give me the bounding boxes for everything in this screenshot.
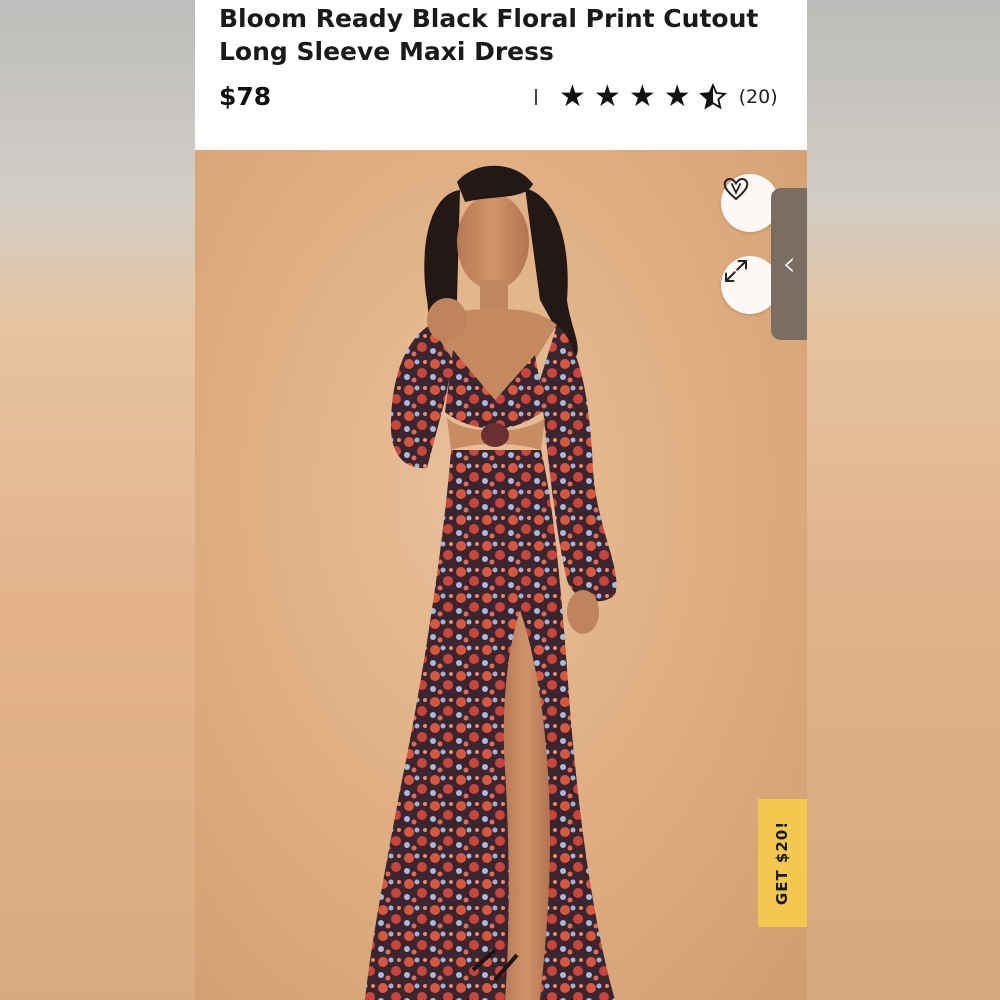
product-price: $78 [219, 82, 272, 111]
side-panel-tab[interactable]: ‹ [771, 188, 807, 340]
half-star-icon [698, 83, 727, 111]
promo-tab[interactable]: GET $20! [758, 799, 807, 927]
chevron-left-icon: ‹ [782, 244, 796, 284]
blurred-background-right [807, 0, 1000, 1000]
star-icon: ★ [628, 79, 656, 114]
blurred-background-left [0, 0, 195, 1000]
review-count[interactable]: (20) [739, 86, 778, 108]
model-illustration [365, 165, 617, 1000]
rating-divider [535, 89, 537, 105]
expand-icon [725, 260, 747, 282]
star-icon: ★ [663, 79, 691, 114]
product-screen: Bloom Ready Black Floral Print Cutout Lo… [195, 0, 807, 1000]
product-header: Bloom Ready Black Floral Print Cutout Lo… [195, 0, 807, 150]
product-image[interactable]: ‹ GET $20! [195, 150, 807, 1000]
promo-label: GET $20! [773, 820, 792, 906]
product-rating[interactable]: ★ ★ ★ ★ (20) [535, 82, 778, 112]
product-title: Bloom Ready Black Floral Print Cutout Lo… [219, 4, 759, 66]
heart-icon [723, 177, 749, 201]
star-icon: ★ [593, 79, 621, 114]
star-icon: ★ [559, 79, 586, 114]
